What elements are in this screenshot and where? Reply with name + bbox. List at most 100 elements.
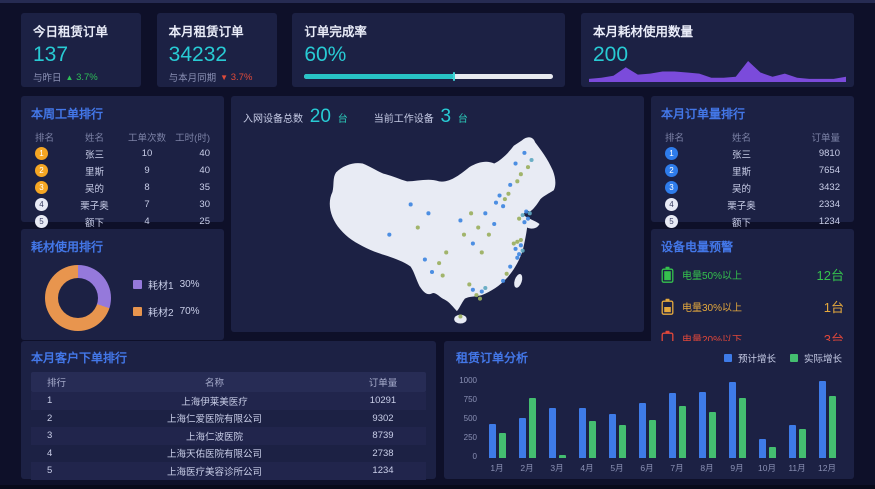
device-location-dot[interactable] — [514, 247, 518, 251]
bar[interactable] — [489, 424, 496, 458]
device-location-dot[interactable] — [503, 197, 507, 201]
bar-columns: 1月2月3月4月5月6月7月8月9月10月11月12月 — [482, 374, 842, 474]
device-location-dot[interactable] — [515, 240, 519, 244]
device-location-dot[interactable] — [519, 243, 523, 247]
bar-group[interactable]: 12月 — [812, 374, 842, 474]
bar-group[interactable]: 6月 — [632, 374, 662, 474]
device-location-dot[interactable] — [441, 274, 445, 278]
bar-group[interactable]: 4月 — [572, 374, 602, 474]
device-location-dot[interactable] — [514, 162, 518, 166]
bar[interactable] — [829, 396, 836, 458]
device-location-dot[interactable] — [459, 314, 463, 318]
device-location-dot[interactable] — [530, 158, 534, 162]
bar[interactable] — [579, 408, 586, 458]
device-location-dot[interactable] — [528, 211, 532, 215]
bar-group[interactable]: 1月 — [482, 374, 512, 474]
legend-item[interactable]: 耗材2 70% — [133, 304, 200, 319]
device-location-dot[interactable] — [478, 297, 482, 301]
device-location-dot[interactable] — [483, 211, 487, 215]
device-location-dot[interactable] — [519, 238, 523, 242]
bar-group[interactable]: 11月 — [782, 374, 812, 474]
device-location-dot[interactable] — [521, 249, 525, 253]
table-row: 2 里斯 9 40 — [31, 162, 214, 179]
workorder-table: 排名 姓名 工单次数 工时(时) 1 张三 10 40 2 里斯 9 — [31, 128, 214, 230]
device-location-dot[interactable] — [416, 226, 420, 230]
bar[interactable] — [559, 455, 566, 458]
device-location-dot[interactable] — [517, 217, 521, 221]
device-location-dot[interactable] — [505, 272, 509, 276]
bar-group[interactable]: 7月 — [662, 374, 692, 474]
device-location-dot[interactable] — [476, 226, 480, 230]
bar-group[interactable]: 10月 — [752, 374, 782, 474]
device-location-dot[interactable] — [501, 204, 505, 208]
device-location-dot[interactable] — [507, 192, 511, 196]
device-location-dot[interactable] — [492, 222, 496, 226]
bar[interactable] — [639, 403, 646, 458]
bar[interactable] — [609, 414, 616, 458]
device-location-dot[interactable] — [521, 213, 525, 217]
device-location-dot[interactable] — [487, 233, 491, 237]
device-location-dot[interactable] — [498, 194, 502, 198]
bar[interactable] — [649, 420, 656, 458]
bar[interactable] — [709, 412, 716, 458]
bar-group[interactable]: 5月 — [602, 374, 632, 474]
device-location-dot[interactable] — [480, 290, 484, 294]
legend-item-expected[interactable]: 预计增长 — [724, 351, 776, 365]
device-location-dot[interactable] — [515, 256, 519, 260]
device-location-dot[interactable] — [526, 217, 530, 221]
china-map — [304, 128, 571, 328]
bar[interactable] — [679, 406, 686, 458]
bar[interactable] — [669, 393, 676, 458]
device-location-dot[interactable] — [475, 293, 479, 297]
bar[interactable] — [529, 398, 536, 458]
device-location-dot[interactable] — [427, 211, 431, 215]
device-location-dot[interactable] — [512, 242, 516, 246]
bar-group[interactable]: 2月 — [512, 374, 542, 474]
bar[interactable] — [799, 429, 806, 458]
device-location-dot[interactable] — [459, 218, 463, 222]
bar[interactable] — [499, 433, 506, 458]
device-location-dot[interactable] — [437, 261, 441, 265]
device-location-dot[interactable] — [471, 288, 475, 292]
device-location-dot[interactable] — [523, 151, 527, 155]
device-location-dot[interactable] — [471, 242, 475, 246]
bar[interactable] — [549, 408, 556, 458]
bar[interactable] — [759, 439, 766, 458]
bar[interactable] — [619, 425, 626, 458]
bar[interactable] — [739, 398, 746, 458]
device-location-dot[interactable] — [483, 286, 487, 290]
bar-group[interactable]: 8月 — [692, 374, 722, 474]
bar[interactable] — [589, 421, 596, 458]
device-location-dot[interactable] — [469, 211, 473, 215]
bar[interactable] — [819, 381, 826, 458]
table-row: 4 上海天佑医院有限公司 2738 — [31, 445, 426, 463]
device-location-dot[interactable] — [501, 279, 505, 283]
device-location-dot[interactable] — [508, 265, 512, 269]
legend-item[interactable]: 耗材1 30% — [133, 277, 200, 292]
device-location-dot[interactable] — [430, 270, 434, 274]
device-location-dot[interactable] — [515, 179, 519, 183]
bar[interactable] — [699, 392, 706, 458]
legend-item-actual[interactable]: 实际增长 — [790, 351, 842, 365]
bar-group[interactable]: 3月 — [542, 374, 572, 474]
device-location-dot[interactable] — [387, 233, 391, 237]
device-location-dot[interactable] — [494, 201, 498, 205]
device-location-dot[interactable] — [444, 250, 448, 254]
bar[interactable] — [769, 447, 776, 458]
device-location-dot[interactable] — [517, 252, 521, 256]
device-location-dot[interactable] — [462, 233, 466, 237]
device-location-dot[interactable] — [409, 202, 413, 206]
device-location-dot[interactable] — [480, 250, 484, 254]
device-location-dot[interactable] — [508, 183, 512, 187]
device-location-dot[interactable] — [519, 172, 523, 176]
bar-group[interactable]: 9月 — [722, 374, 752, 474]
device-location-dot[interactable] — [526, 165, 530, 169]
bar[interactable] — [519, 418, 526, 458]
device-location-dot[interactable] — [467, 282, 471, 286]
bar[interactable] — [789, 425, 796, 458]
bar[interactable] — [729, 382, 736, 458]
device-location-dot[interactable] — [524, 210, 528, 214]
device-location-dot[interactable] — [423, 258, 427, 262]
device-location-dot[interactable] — [523, 220, 527, 224]
down-arrow-icon: ▼ — [220, 73, 228, 82]
